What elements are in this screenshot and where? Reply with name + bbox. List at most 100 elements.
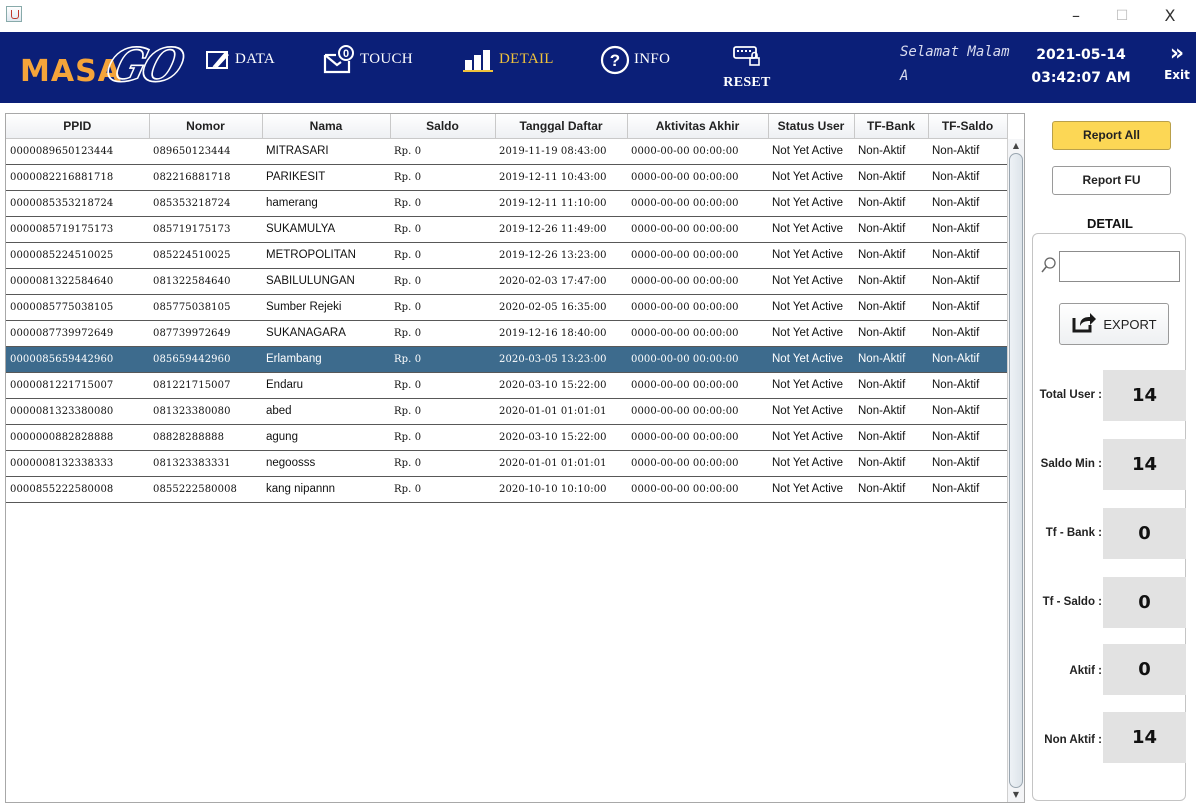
- nav-info[interactable]: ? INFO: [600, 24, 670, 95]
- report-fu-button[interactable]: Report FU: [1052, 166, 1171, 195]
- table-cell: negoosss: [262, 450, 390, 477]
- table-cell: Rp. 0: [390, 138, 495, 165]
- search-input[interactable]: [1059, 251, 1180, 282]
- table-cell: 081322584640: [149, 268, 262, 295]
- exit-button[interactable]: » Exit: [1160, 42, 1194, 83]
- table-cell: Not Yet Active: [768, 294, 854, 321]
- minimize-button[interactable]: –: [1056, 4, 1096, 28]
- table-cell: Rp. 0: [390, 320, 495, 347]
- scroll-up-arrow-icon[interactable]: ▲: [1008, 139, 1024, 153]
- table-row[interactable]: 0000081322584640 081322584640 SABILULUNGAN…: [6, 268, 1007, 295]
- column-header[interactable]: TF-Bank: [854, 114, 929, 139]
- scrollbar-thumb[interactable]: [1009, 153, 1023, 788]
- table-cell: 2019-12-16 18:40:00: [495, 320, 627, 347]
- export-label: EXPORT: [1103, 316, 1157, 332]
- column-header[interactable]: Status User: [768, 114, 855, 139]
- table-cell: Non-Aktif: [928, 242, 1007, 269]
- table-cell: Non-Aktif: [854, 476, 928, 503]
- table-cell: abed: [262, 398, 390, 425]
- nav-data[interactable]: DATA: [205, 24, 275, 95]
- nav-touch[interactable]: 0 TOUCH: [322, 24, 413, 95]
- nav-detail-label: DETAIL: [499, 51, 554, 67]
- table-cell: Rp. 0: [390, 216, 495, 243]
- table-cell: Non-Aktif: [928, 372, 1007, 399]
- table-cell: Non-Aktif: [928, 450, 1007, 477]
- table-cell: MITRASARI: [262, 138, 390, 165]
- stat-value-tf-saldo: 0: [1103, 577, 1186, 628]
- table-row[interactable]: 0000085353218724 085353218724 hamerang Rp. …: [6, 190, 1007, 217]
- table-cell: 085659442960: [149, 346, 262, 373]
- table-cell: 2020-03-10 15:22:00: [495, 372, 627, 399]
- table-row[interactable]: 0000085719175173 085719175173 SUKAMULYA Rp.…: [6, 216, 1007, 243]
- table-row[interactable]: 0000000882828888 08828288888 agung Rp. 0 202…: [6, 424, 1007, 451]
- table-cell: 085775038105: [149, 294, 262, 321]
- table-cell: Not Yet Active: [768, 372, 854, 399]
- table-cell: 2020-10-10 10:10:00: [495, 476, 627, 503]
- table-row[interactable]: 0000855222580008 0855222580008 kang nipann…: [6, 476, 1007, 503]
- scroll-down-arrow-icon[interactable]: ▼: [1008, 788, 1024, 802]
- table-cell: 085719175173: [149, 216, 262, 243]
- table-cell: 0000-00-00 00:00:00: [627, 372, 768, 399]
- table-cell: 0000-00-00 00:00:00: [627, 190, 768, 217]
- svg-text:?: ?: [610, 51, 620, 70]
- table-cell: 0000-00-00 00:00:00: [627, 476, 768, 503]
- column-header[interactable]: Aktivitas Akhir: [627, 114, 769, 139]
- table-cell: Non-Aktif: [928, 164, 1007, 191]
- nav-touch-label: TOUCH: [360, 51, 413, 67]
- table-row[interactable]: 0000082216881718 082216881718 PARIKESIT Rp.…: [6, 164, 1007, 191]
- export-button[interactable]: EXPORT: [1059, 303, 1169, 345]
- table-cell: 0000081322584640: [6, 268, 149, 295]
- table-cell: Not Yet Active: [768, 190, 854, 217]
- table-cell: 082216881718: [149, 164, 262, 191]
- table-cell: 089650123444: [149, 138, 262, 165]
- table-cell: 0000089650123444: [6, 138, 149, 165]
- table-cell: 0000-00-00 00:00:00: [627, 294, 768, 321]
- table-cell: Non-Aktif: [928, 398, 1007, 425]
- table-cell: Non-Aktif: [928, 346, 1007, 373]
- table-row[interactable]: 0000085224510025 085224510025 METROPOLITAN…: [6, 242, 1007, 269]
- table-cell: Non-Aktif: [928, 294, 1007, 321]
- table-row[interactable]: 0000081323380080 081323380080 abed Rp. 0 202…: [6, 398, 1007, 425]
- column-header[interactable]: PPID: [6, 114, 150, 139]
- table-row[interactable]: 0000081221715007 081221715007 Endaru Rp. 02…: [6, 372, 1007, 399]
- table-cell: Not Yet Active: [768, 424, 854, 451]
- report-all-button[interactable]: Report All: [1052, 121, 1171, 150]
- table-cell: 0000-00-00 00:00:00: [627, 398, 768, 425]
- greeting-line2: A: [900, 68, 909, 84]
- column-header[interactable]: Saldo: [390, 114, 496, 139]
- column-header[interactable]: Nama: [262, 114, 391, 139]
- table-scrollbar[interactable]: ▲ ▼: [1007, 139, 1024, 802]
- table-cell: 0000085224510025: [6, 242, 149, 269]
- table-row[interactable]: 0000008132338333 081323383331 negoosss Rp. …: [6, 450, 1007, 477]
- table-cell: SUKANAGARA: [262, 320, 390, 347]
- table-cell: 0000008132338333: [6, 450, 149, 477]
- table-cell: Rp. 0: [390, 450, 495, 477]
- table-cell: Non-Aktif: [928, 320, 1007, 347]
- column-header[interactable]: Nomor: [149, 114, 263, 139]
- maximize-button[interactable]: ☐: [1102, 4, 1142, 28]
- greeting: Selamat Malam A: [900, 40, 1040, 88]
- table-row[interactable]: 0000085775038105 085775038105 Sumber Rejek…: [6, 294, 1007, 321]
- table-cell: Non-Aktif: [854, 216, 928, 243]
- svg-text:0: 0: [343, 48, 349, 60]
- table-cell: Rp. 0: [390, 294, 495, 321]
- table-row[interactable]: 0000089650123444 089650123444 MITRASARI Rp.…: [6, 138, 1007, 165]
- table-cell: 085353218724: [149, 190, 262, 217]
- close-button[interactable]: X: [1150, 4, 1190, 28]
- table-cell: 0000000882828888: [6, 424, 149, 451]
- table-row[interactable]: 0000087739972649 087739972649 SUKANAGARA Rp…: [6, 320, 1007, 347]
- table-cell: 2020-02-03 17:47:00: [495, 268, 627, 295]
- nav-detail[interactable]: DETAIL: [463, 24, 554, 95]
- table-cell: Non-Aktif: [854, 424, 928, 451]
- app-header: MASA GO DATA 0 TOUCH DETAIL ? INFO RESET…: [0, 32, 1196, 103]
- table-row[interactable]: 0000085659442960 085659442960 Erlambang Rp.…: [6, 346, 1007, 373]
- column-header[interactable]: TF-Saldo: [928, 114, 1008, 139]
- table-cell: 2020-03-10 15:22:00: [495, 424, 627, 451]
- table-cell: Non-Aktif: [928, 476, 1007, 503]
- column-header[interactable]: Tanggal Daftar: [495, 114, 628, 139]
- table-cell: Non-Aktif: [854, 164, 928, 191]
- nav-reset[interactable]: RESET: [722, 32, 772, 103]
- table-cell: 0000081221715007: [6, 372, 149, 399]
- table-cell: Rp. 0: [390, 476, 495, 503]
- table-cell: Endaru: [262, 372, 390, 399]
